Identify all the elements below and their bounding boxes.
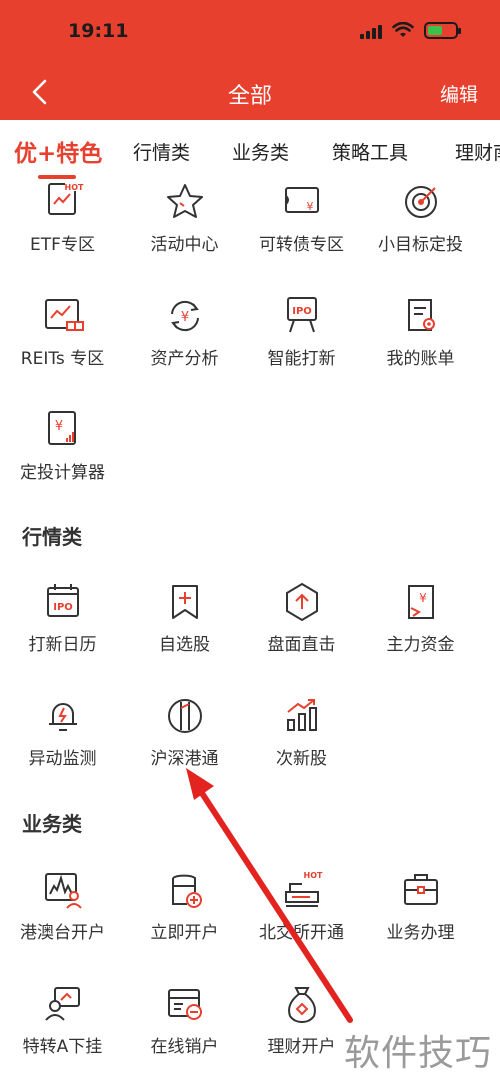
rising-bars-icon (286, 699, 317, 731)
page-title: 全部 (227, 84, 272, 109)
grid-item-label: 我的账单 (386, 349, 455, 369)
grid-item-label: 异动监测 (28, 749, 97, 769)
svg-text:¥: ¥ (54, 419, 62, 434)
grid-item-label: 北交所开通 (259, 923, 344, 943)
edit-button[interactable]: 编辑 (440, 80, 478, 107)
svg-text:¥: ¥ (306, 200, 313, 213)
tab-wealth[interactable]: 理财南 (455, 138, 500, 165)
grid-item-label: 港澳台开户 (20, 923, 105, 943)
battery-icon (424, 22, 461, 39)
close-account-icon (167, 989, 202, 1020)
grid-item-label: 小目标定投 (378, 235, 463, 255)
tab-featured[interactable]: 优+特色 (14, 134, 102, 168)
grid-item-main-capital[interactable]: ¥ 主力资金 (358, 580, 483, 655)
status-icons (360, 22, 461, 39)
grid-item-small-goal[interactable]: 小目标定投 (358, 180, 483, 255)
grid-item-hk-account[interactable]: 港澳台开户 (0, 868, 125, 943)
grid-item-open-account[interactable]: 立即开户 (122, 868, 247, 943)
app-header: 19:11 全部 编辑 (0, 0, 500, 120)
grid-item-label: 定投计算器 (20, 463, 105, 483)
grid-item-label: 资产分析 (150, 349, 219, 369)
bookmark-plus-icon (171, 585, 198, 619)
bell-alert-icon (48, 703, 77, 731)
grid-item-anomaly-monitor[interactable]: 异动监测 (0, 694, 125, 769)
asset-cycle-icon: ¥ (170, 300, 199, 332)
open-account-icon (171, 874, 202, 908)
svg-text:IPO: IPO (292, 306, 312, 317)
bond-ticket-icon: ¥ (284, 187, 319, 213)
grid-item-label: 特转A下挂 (22, 1037, 103, 1057)
money-bag-icon (287, 987, 316, 1024)
ipo-board-icon: IPO (286, 297, 317, 333)
connect-circle-icon (167, 699, 202, 733)
grid-item-label: 次新股 (276, 749, 327, 769)
grid-item-label: 智能打新 (267, 349, 336, 369)
grid-item-label: 业务办理 (386, 923, 455, 943)
ipo-calendar-icon: IPO (46, 584, 79, 617)
svg-text:¥: ¥ (180, 310, 188, 325)
grid-item-label: 盘面直击 (267, 635, 336, 655)
grid-item-activity-center[interactable]: 活动中心 (122, 180, 247, 255)
star-icon (166, 184, 203, 218)
tab-market[interactable]: 行情类 (133, 138, 190, 165)
etf-hot-icon: HOT (47, 182, 84, 215)
grid-item-label: 可转债专区 (259, 235, 344, 255)
svg-text:¥: ¥ (419, 591, 427, 605)
tab-strategy-tools[interactable]: 策略工具 (332, 138, 408, 165)
svg-text:IPO: IPO (53, 602, 73, 613)
grid-item-etf[interactable]: HOT ETF专区 (0, 180, 125, 255)
function-grid: HOT ETF专区 活动中心 ¥ 可转债专区 小目标定投 REITs 专区 ¥ … (0, 180, 500, 1084)
grid-item-label: 立即开户 (150, 923, 219, 943)
hk-account-icon (44, 873, 82, 909)
grid-item-transfer-a[interactable]: 特转A下挂 (0, 982, 125, 1057)
grid-item-smart-ipo[interactable]: IPO 智能打新 (239, 294, 364, 369)
grid-item-new-stocks[interactable]: 次新股 (239, 694, 364, 769)
grid-item-label: ETF专区 (30, 235, 95, 255)
grid-item-ipo-calendar[interactable]: IPO 打新日历 (0, 580, 125, 655)
briefcase-icon (403, 874, 438, 905)
grid-item-reits[interactable]: REITs 专区 (0, 294, 125, 369)
grid-item-online-close-account[interactable]: 在线销户 (122, 982, 247, 1057)
grid-item-invest-calculator[interactable]: ¥ 定投计算器 (0, 408, 125, 483)
capital-flow-icon: ¥ (407, 585, 434, 619)
grid-item-market-overview[interactable]: 盘面直击 (239, 580, 364, 655)
grid-item-watchlist[interactable]: 自选股 (122, 580, 247, 655)
calculator-icon: ¥ (47, 411, 76, 445)
svg-text:HOT: HOT (64, 183, 83, 192)
grid-item-asset-analysis[interactable]: ¥ 资产分析 (122, 294, 247, 369)
category-tabs: 优+特色 行情类 业务类 策略工具 理财南 (0, 120, 500, 180)
bill-scroll-icon (407, 299, 435, 331)
reits-icon (44, 299, 84, 331)
svg-text:HOT: HOT (303, 871, 322, 880)
grid-item-label: 活动中心 (150, 235, 219, 255)
transfer-user-icon (44, 987, 80, 1021)
grid-item-stock-connect[interactable]: 沪深港通 (122, 694, 247, 769)
status-time: 19:11 (68, 20, 129, 42)
target-icon (404, 186, 437, 218)
grid-item-convertible-bond[interactable]: ¥ 可转债专区 (239, 180, 364, 255)
grid-item-label: 主力资金 (386, 635, 455, 655)
grid-item-my-bill[interactable]: 我的账单 (358, 294, 483, 369)
wifi-icon (392, 22, 414, 37)
grid-item-label: 打新日历 (28, 635, 97, 655)
watermark: 软件技巧 (343, 1033, 492, 1074)
section-title-market: 行情类 (22, 525, 82, 549)
grid-item-label: 在线销户 (150, 1037, 219, 1057)
grid-item-label: 自选股 (159, 635, 210, 655)
bse-hot-icon: HOT (284, 870, 323, 907)
hexagon-arrow-icon (285, 582, 318, 622)
signal-icon (360, 23, 382, 39)
active-tab-indicator (38, 175, 76, 179)
grid-item-business-handling[interactable]: 业务办理 (358, 868, 483, 943)
tab-business[interactable]: 业务类 (232, 138, 289, 165)
grid-item-label: 沪深港通 (150, 749, 219, 769)
section-title-business: 业务类 (22, 812, 82, 836)
grid-item-bse-open[interactable]: HOT 北交所开通 (239, 868, 364, 943)
grid-item-label: REITs 专区 (20, 349, 105, 369)
